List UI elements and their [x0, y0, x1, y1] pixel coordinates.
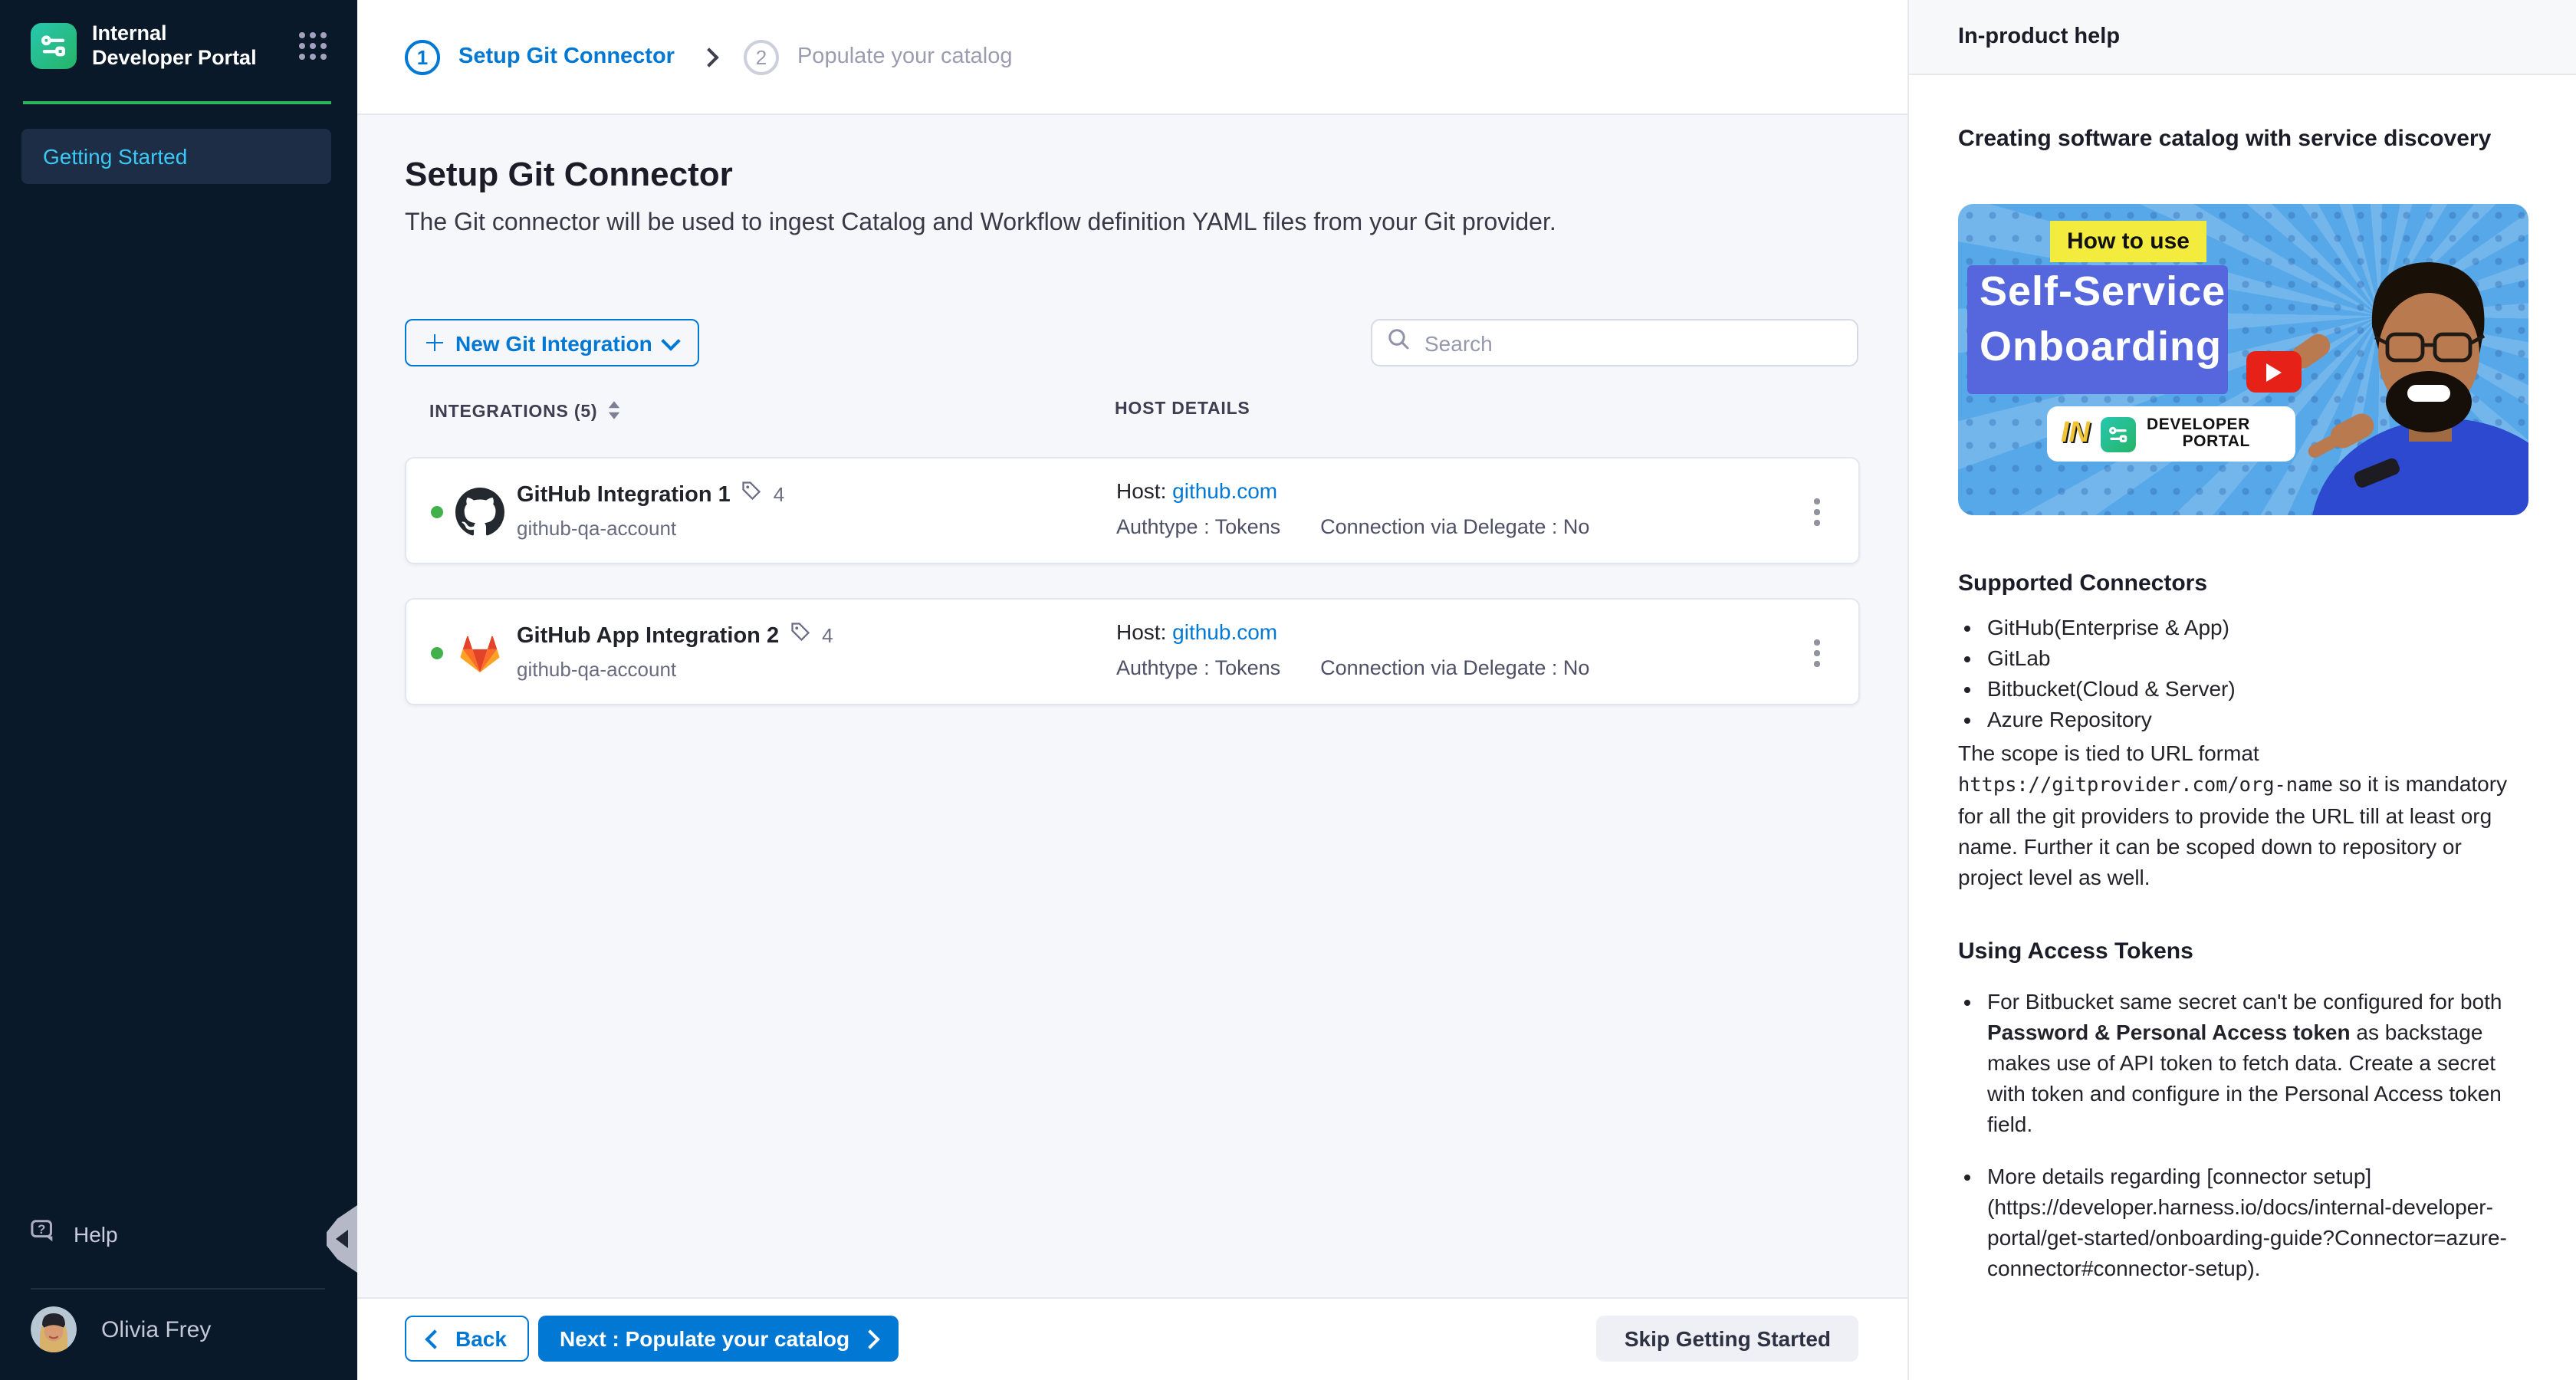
github-logo-icon — [455, 488, 504, 537]
authtype-text: Authtype : Tokens — [1116, 515, 1280, 538]
youtube-play-icon[interactable] — [2246, 351, 2302, 393]
host-label: Host: — [1116, 478, 1166, 503]
sidebar-divider — [31, 1288, 325, 1290]
integration-name: GitHub App Integration 2 — [517, 623, 779, 648]
sidebar-item-label: Getting Started — [43, 144, 187, 169]
skip-getting-started-button[interactable]: Skip Getting Started — [1597, 1316, 1858, 1362]
collapse-arrow-icon — [336, 1230, 348, 1248]
token-bullet: For Bitbucket same secret can't be confi… — [1987, 986, 2530, 1139]
thumbnail-headline: Self-Service — [1980, 268, 2226, 316]
kebab-menu-button[interactable] — [1803, 633, 1831, 673]
integration-account: github-qa-account — [517, 517, 676, 540]
app-switcher-grid-icon[interactable] — [297, 31, 328, 61]
video-title: Creating software catalog with service d… — [1958, 124, 2530, 155]
thumbnail-in-word: IN — [2061, 417, 2090, 451]
thumbnail-headline: Onboarding — [1980, 324, 2222, 371]
chevron-left-icon — [425, 1329, 444, 1348]
more-details-bullet: More details regarding [connector setup]… — [1987, 1161, 2530, 1283]
idp-logo-icon — [31, 23, 77, 69]
tokens-list: For Bitbucket same secret can't be confi… — [1958, 986, 2530, 1283]
user-name: Olivia Frey — [101, 1316, 211, 1342]
app-logo: Internal Developer Portal — [31, 21, 257, 71]
token-bold-text: Password & Personal Access token — [1987, 1020, 2351, 1044]
status-dot — [431, 506, 443, 518]
help-chat-icon: ? — [31, 1219, 57, 1248]
sort-icon[interactable] — [606, 400, 620, 425]
connector-list: GitHub(Enterprise & App) GitLab Bitbucke… — [1958, 612, 2530, 734]
thumbnail-brand-word: PORTAL — [2183, 434, 2250, 451]
search-icon — [1388, 328, 1409, 357]
plus-icon — [426, 334, 443, 351]
authtype-text: Authtype : Tokens — [1116, 656, 1280, 679]
integration-row[interactable]: GitHub Integration 1 4 github-qa-account… — [405, 457, 1860, 564]
host-label: Host: — [1116, 619, 1166, 644]
integration-row[interactable]: GitHub App Integration 2 4 github-qa-acc… — [405, 598, 1860, 705]
chevron-right-icon — [860, 1329, 879, 1348]
sidebar-item-getting-started[interactable]: Getting Started — [21, 129, 331, 184]
wizard-footer: Back Next : Populate your catalog Skip G… — [357, 1297, 1907, 1380]
search-box — [1371, 319, 1858, 366]
back-button[interactable]: Back — [405, 1316, 530, 1362]
main-area: 1 Setup Git Connector 2 Populate your ca… — [357, 0, 1907, 1380]
connector-list-item: Bitbucket(Cloud & Server) — [1987, 673, 2530, 704]
page-title: Setup Git Connector — [405, 155, 733, 195]
scope-paragraph: The scope is tied to URL format https://… — [1958, 738, 2530, 892]
connector-list-item: Azure Repository — [1987, 704, 2530, 734]
step-1-indicator[interactable]: 1 — [405, 39, 440, 74]
accent-divider — [23, 101, 331, 104]
connector-list-item: GitHub(Enterprise & App) — [1987, 612, 2530, 642]
stepper-chevron-icon — [702, 50, 716, 64]
idp-logo-icon — [2101, 416, 2136, 452]
host-link[interactable]: github.com — [1172, 478, 1277, 503]
search-input[interactable] — [1421, 329, 1842, 356]
avatar — [31, 1306, 77, 1352]
thumbnail-brand-pill: IN DEVELOPER PORTAL — [2047, 406, 2295, 462]
tag-icon — [741, 480, 763, 509]
step-1-label[interactable]: Setup Git Connector — [458, 44, 675, 69]
delegate-text: Connection via Delegate : No — [1320, 656, 1589, 679]
help-panel-header: In-product help — [1909, 0, 2576, 75]
help-panel: In-product help Creating software catalo… — [1907, 0, 2576, 1380]
tag-icon — [790, 621, 811, 650]
wizard-content: Setup Git Connector The Git connector wi… — [357, 115, 1907, 1299]
thumbnail-brand-word: DEVELOPER — [2147, 417, 2250, 434]
host-details-column-header: HOST DETAILS — [1115, 400, 1250, 419]
thumbnail-badge: How to use — [2050, 221, 2206, 262]
stepper: 1 Setup Git Connector 2 Populate your ca… — [405, 39, 1013, 74]
connector-list-item: GitLab — [1987, 642, 2530, 673]
step-2-indicator[interactable]: 2 — [744, 39, 779, 74]
url-format-code: https://gitprovider.com/org-name — [1958, 773, 2333, 796]
kebab-menu-button[interactable] — [1803, 492, 1831, 532]
using-access-tokens-heading: Using Access Tokens — [1958, 938, 2530, 964]
gitlab-logo-icon — [455, 629, 504, 678]
table-header: INTEGRATIONS (5) HOST DETAILS — [405, 400, 1860, 425]
svg-text:?: ? — [38, 1222, 45, 1237]
page-subtitle: The Git connector will be used to ingest… — [405, 210, 1556, 238]
status-dot — [431, 647, 443, 659]
video-thumbnail[interactable]: How to use Self-Service Onboarding IN DE… — [1958, 204, 2528, 515]
app-title: Internal Developer Portal — [92, 21, 257, 71]
chevron-down-icon — [662, 330, 681, 350]
tag-count: 4 — [774, 483, 784, 506]
user-menu[interactable]: Olivia Frey — [31, 1306, 211, 1352]
sidebar: Internal Developer Portal Getting Starte… — [0, 0, 357, 1380]
help-label: Help — [74, 1221, 118, 1246]
integration-name: GitHub Integration 1 — [517, 482, 731, 507]
help-button[interactable]: ? Help — [31, 1219, 118, 1248]
delegate-text: Connection via Delegate : No — [1320, 515, 1589, 538]
step-2-label[interactable]: Populate your catalog — [797, 44, 1013, 69]
integration-account: github-qa-account — [517, 658, 676, 681]
wizard-header: 1 Setup Git Connector 2 Populate your ca… — [357, 0, 1907, 115]
host-link[interactable]: github.com — [1172, 619, 1277, 644]
supported-connectors-heading: Supported Connectors — [1958, 570, 2530, 596]
next-button[interactable]: Next : Populate your catalog — [538, 1316, 899, 1362]
new-git-integration-button[interactable]: New Git Integration — [405, 319, 700, 366]
integrations-column-header[interactable]: INTEGRATIONS (5) — [429, 400, 620, 425]
tag-count: 4 — [822, 624, 833, 647]
collapse-sidebar-handle[interactable] — [327, 1205, 357, 1273]
